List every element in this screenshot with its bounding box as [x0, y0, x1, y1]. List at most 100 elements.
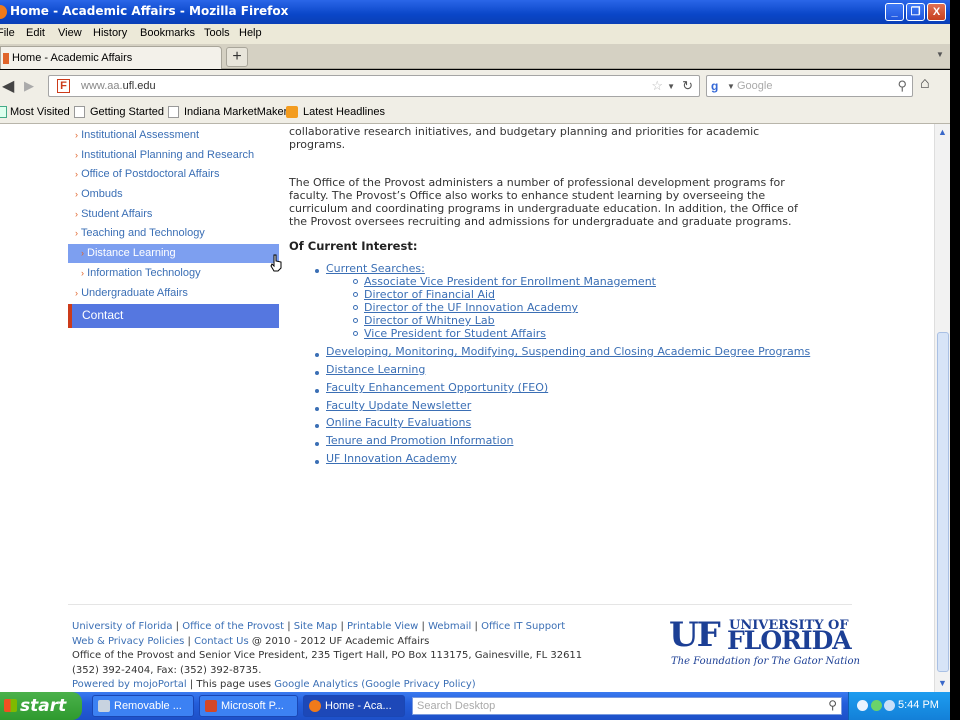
link-search[interactable]: Director of Whitney Lab — [364, 314, 495, 327]
footer-link-sitemap[interactable]: Site Map — [294, 621, 337, 632]
task-firefox[interactable]: Home - Aca... — [303, 695, 405, 717]
bullet-icon — [315, 389, 319, 393]
task-powerpoint[interactable]: Microsoft P... — [199, 695, 298, 717]
menu-help[interactable]: Help — [239, 27, 262, 39]
desktop-search-input[interactable]: Search Desktop ⚲ — [412, 697, 842, 715]
sidebar-item-distance-learning[interactable]: › Distance Learning — [68, 244, 279, 263]
search-icon[interactable]: ⚲ — [828, 698, 837, 712]
sidebar-item[interactable]: › Institutional Assessment — [75, 129, 199, 141]
tab-list-icon[interactable]: ▼ — [936, 50, 944, 59]
system-tray: 5:44 PM — [848, 692, 950, 720]
menu-edit[interactable]: Edit — [26, 27, 45, 39]
link-search[interactable]: Vice President for Student Affairs — [364, 327, 546, 340]
bookmark-indiana-marketmaker[interactable]: Indiana MarketMaker — [184, 106, 287, 118]
sidebar-item[interactable]: › Student Affairs — [75, 208, 152, 220]
title-bar: Home - Academic Affairs - Mozilla Firefo… — [0, 0, 950, 24]
url-bar[interactable]: F www.aa.ufl.edu ☆ ▼ ↻ — [48, 75, 700, 97]
bullet-icon — [353, 279, 358, 284]
google-icon[interactable]: g — [711, 79, 718, 93]
bookmarks-bar: Most Visited Getting Started Indiana Mar… — [0, 100, 950, 124]
bookmark-latest-headlines[interactable]: Latest Headlines — [303, 106, 385, 118]
close-button[interactable]: X — [927, 3, 946, 21]
link-search[interactable]: Associate Vice President for Enrollment … — [364, 275, 656, 288]
sidebar-item-undergraduate-affairs[interactable]: › Undergraduate Affairs — [75, 287, 188, 299]
menu-tools[interactable]: Tools — [204, 27, 230, 39]
page-icon — [168, 106, 179, 118]
bullet-icon — [315, 269, 319, 273]
menu-history[interactable]: History — [93, 27, 127, 39]
reload-icon[interactable]: ↻ — [682, 78, 693, 94]
link-tenure-promotion[interactable]: Tenure and Promotion Information — [326, 434, 513, 447]
home-icon[interactable]: ⌂ — [920, 75, 930, 93]
footer-link-webmail[interactable]: Webmail — [428, 621, 471, 632]
new-tab-button[interactable]: + — [226, 47, 248, 67]
link-search[interactable]: Director of the UF Innovation Academy — [364, 301, 578, 314]
link-feo[interactable]: Faculty Enhancement Opportunity (FEO) — [326, 381, 548, 394]
link-faculty-newsletter[interactable]: Faculty Update Newsletter — [326, 399, 471, 412]
bullet-icon — [315, 424, 319, 428]
link-faculty-evaluations[interactable]: Online Faculty Evaluations — [326, 416, 471, 429]
drive-icon — [98, 700, 110, 712]
search-engine-dropdown-icon[interactable]: ▼ — [727, 82, 735, 91]
search-bar[interactable]: g ▼ Google ⚲ — [706, 75, 913, 97]
footer-links: University of Florida | Office of the Pr… — [72, 621, 566, 632]
most-visited-icon — [0, 106, 7, 118]
scroll-down-icon[interactable]: ▼ — [938, 678, 947, 688]
footer-address: Office of the Provost and Senior Vice Pr… — [72, 650, 583, 661]
scroll-thumb[interactable] — [937, 332, 949, 672]
footer-link-it-support[interactable]: Office IT Support — [481, 621, 565, 632]
link-search[interactable]: Director of Financial Aid — [364, 288, 495, 301]
footer-link-contact[interactable]: Contact Us — [194, 636, 249, 647]
link-distance-learning[interactable]: Distance Learning — [326, 363, 425, 376]
bookmark-most-visited[interactable]: Most Visited — [10, 106, 70, 118]
footer-phone: (352) 392-2404, Fax: (352) 392-8735. — [72, 665, 262, 676]
footer-divider — [68, 604, 852, 605]
tray-icon[interactable] — [884, 700, 895, 711]
footer-copyright: @ 2010 - 2012 UF Academic Affairs — [251, 636, 430, 647]
footer-link-printable[interactable]: Printable View — [347, 621, 418, 632]
footer-link-uf[interactable]: University of Florida — [72, 621, 172, 632]
bullet-icon — [315, 460, 319, 464]
tab-home[interactable]: Home - Academic Affairs — [0, 46, 222, 69]
search-input[interactable]: Google — [737, 80, 772, 92]
menu-file[interactable]: File — [0, 27, 15, 39]
start-button[interactable]: start — [0, 692, 82, 720]
sidebar-item[interactable]: › Ombuds — [75, 188, 123, 200]
bullet-icon — [315, 442, 319, 446]
tab-bar: Home - Academic Affairs + ▼ — [0, 44, 950, 69]
bookmark-getting-started[interactable]: Getting Started — [90, 106, 164, 118]
vertical-scrollbar[interactable]: ▲ ▼ — [934, 124, 950, 692]
link-degree-programs[interactable]: Developing, Monitoring, Modifying, Suspe… — [326, 345, 810, 358]
forward-icon[interactable]: ▶ — [24, 78, 34, 94]
search-icon[interactable]: ⚲ — [897, 78, 907, 94]
link-innovation-academy[interactable]: UF Innovation Academy — [326, 452, 457, 465]
minimize-button[interactable]: _ — [885, 3, 904, 21]
uf-logo[interactable]: UF UNIVERSITY OF FLORIDA The Foundation … — [669, 618, 860, 672]
tray-icon[interactable] — [871, 700, 882, 711]
scroll-up-icon[interactable]: ▲ — [938, 127, 947, 137]
sidebar-item[interactable]: › Teaching and Technology — [75, 227, 205, 239]
menu-view[interactable]: View — [58, 27, 82, 39]
footer-link-analytics[interactable]: Google Analytics — [274, 679, 358, 690]
url-text[interactable]: www.aa.ufl.edu — [81, 80, 156, 92]
tray-icon[interactable] — [857, 700, 868, 711]
task-removable[interactable]: Removable ... — [92, 695, 194, 717]
maximize-button[interactable]: ❐ — [906, 3, 925, 21]
bookmark-star-icon[interactable]: ☆ — [651, 78, 663, 94]
menu-bookmarks[interactable]: Bookmarks — [140, 27, 195, 39]
link-current-searches[interactable]: Current Searches: — [326, 262, 425, 275]
url-dropdown-icon[interactable]: ▼ — [667, 82, 675, 91]
bullet-icon — [315, 353, 319, 357]
footer-link-provost[interactable]: Office of the Provost — [182, 621, 284, 632]
bullet-icon — [315, 371, 319, 375]
back-icon[interactable]: ◀ — [2, 76, 14, 96]
sidebar-contact[interactable]: Contact — [68, 304, 279, 328]
sidebar-item[interactable]: › Office of Postdoctoral Affairs — [75, 168, 219, 180]
sidebar-item[interactable]: › Institutional Planning and Research — [75, 149, 254, 161]
bullet-icon — [353, 292, 358, 297]
footer-link-privacy[interactable]: Web & Privacy Policies — [72, 636, 184, 647]
footer-link-google-privacy[interactable]: (Google Privacy Policy) — [361, 679, 475, 690]
screen-edge — [950, 0, 960, 720]
sidebar-subitem-information-technology[interactable]: › Information Technology — [81, 267, 201, 279]
footer-link-mojoportal[interactable]: mojoPortal — [133, 679, 187, 690]
